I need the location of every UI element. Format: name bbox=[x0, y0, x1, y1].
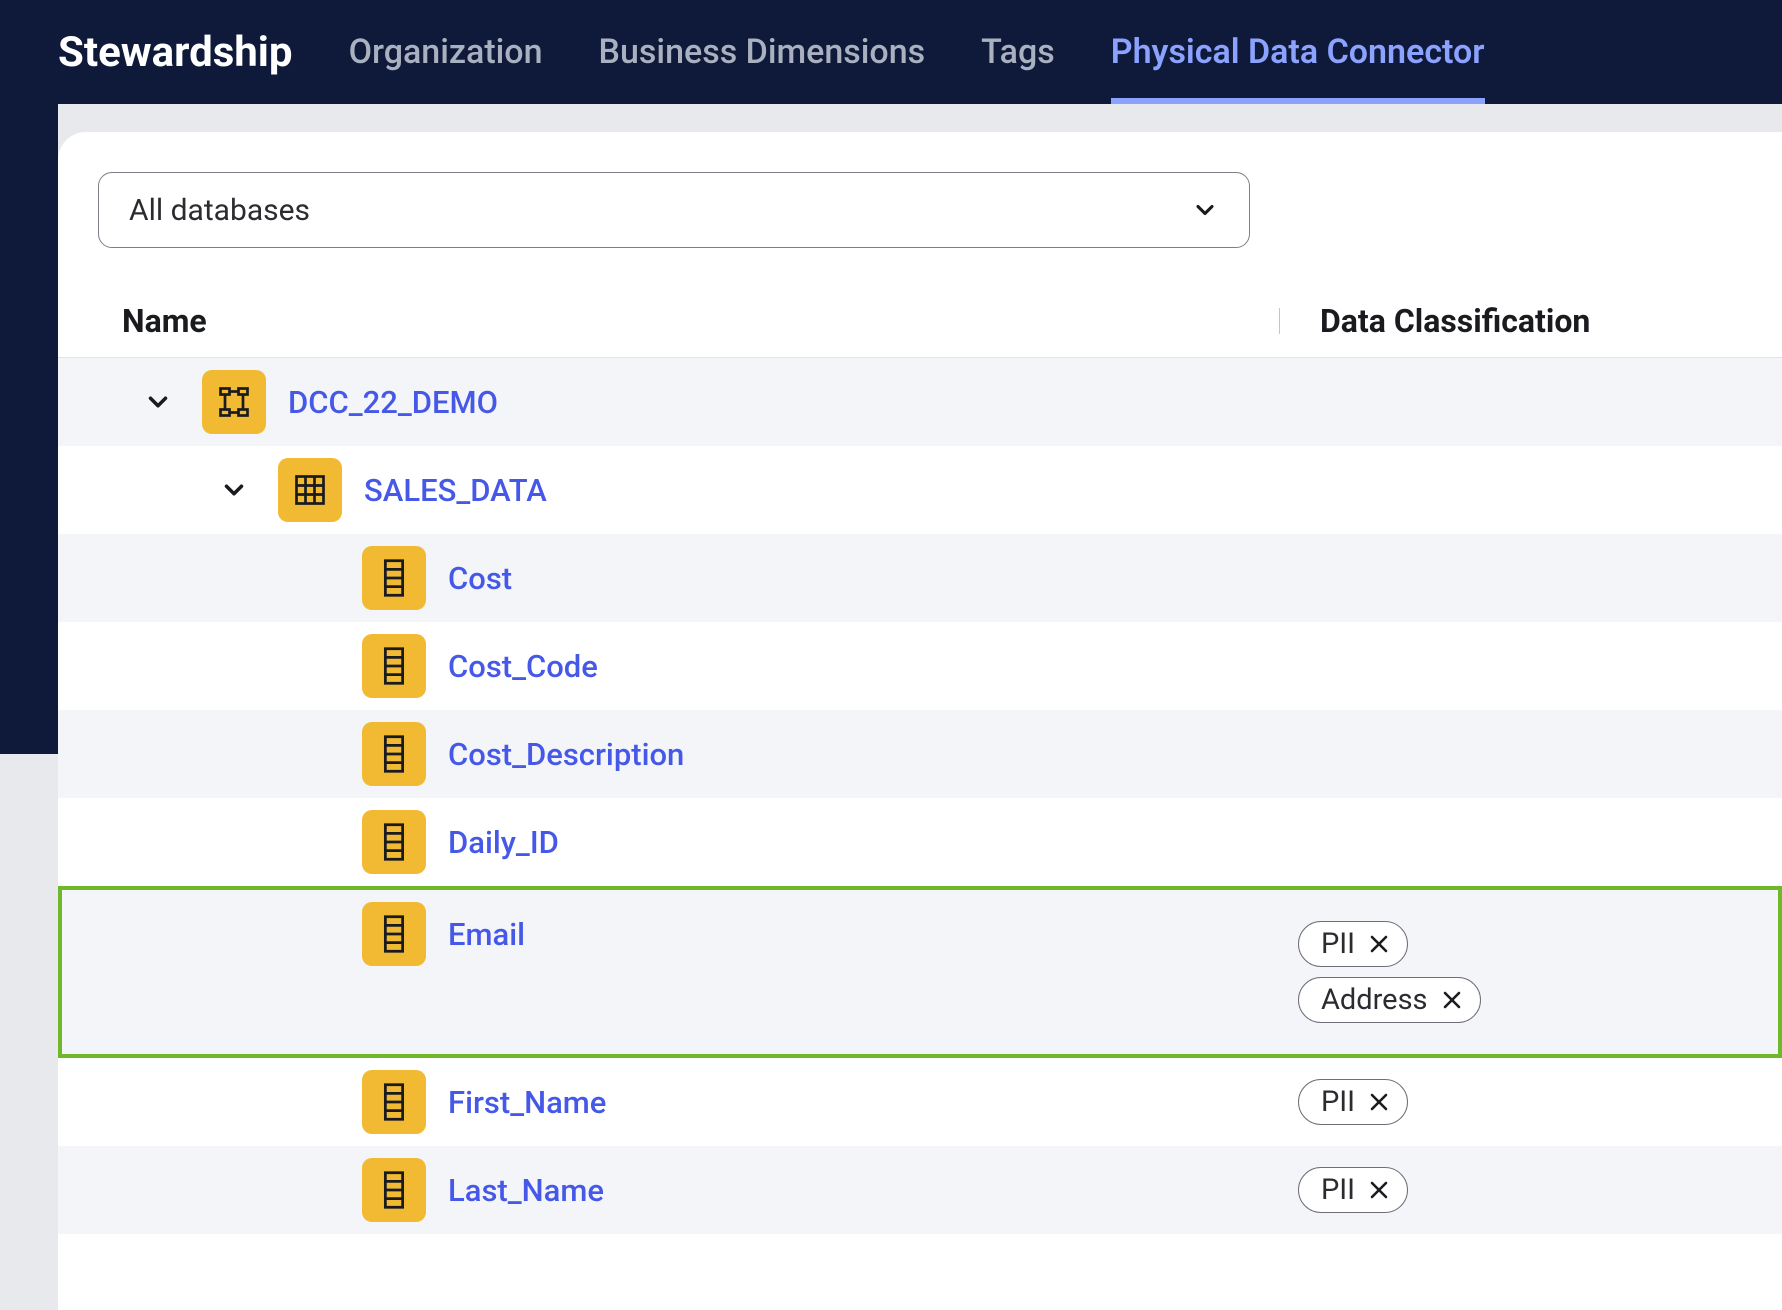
tree-name-cell: Daily_ID bbox=[58, 810, 1280, 874]
tree-row-column[interactable]: Daily_ID bbox=[58, 798, 1782, 886]
column-icon bbox=[362, 1158, 426, 1222]
tree-node-label[interactable]: DCC_22_DEMO bbox=[288, 384, 498, 421]
table-icon bbox=[278, 458, 342, 522]
tree-row-column-highlighted[interactable]: Email PII Address bbox=[58, 886, 1782, 1058]
tree-node-label[interactable]: Cost bbox=[448, 560, 512, 597]
classification-tag-label: PII bbox=[1321, 927, 1355, 961]
column-header-name: Name bbox=[58, 302, 1280, 340]
column-icon bbox=[362, 546, 426, 610]
column-icon bbox=[362, 902, 426, 966]
close-icon[interactable] bbox=[1367, 1178, 1391, 1202]
classification-tag-label: PII bbox=[1321, 1085, 1355, 1119]
database-filter-select[interactable]: All databases bbox=[98, 172, 1250, 248]
tree-node-label[interactable]: Email bbox=[448, 916, 525, 953]
close-icon[interactable] bbox=[1367, 932, 1391, 956]
classification-cell bbox=[1280, 654, 1782, 678]
classification-tag-label: PII bbox=[1321, 1173, 1355, 1207]
schema-icon bbox=[202, 370, 266, 434]
tree-name-cell: Cost bbox=[58, 546, 1280, 610]
classification-tag: PII bbox=[1298, 1167, 1408, 1213]
tree-row-column[interactable]: Cost_Code bbox=[58, 622, 1782, 710]
page-title: Stewardship bbox=[58, 28, 293, 77]
database-filter-label: All databases bbox=[129, 193, 310, 228]
tree-name-cell: Last_Name bbox=[58, 1158, 1280, 1222]
classification-cell bbox=[1280, 566, 1782, 590]
close-icon[interactable] bbox=[1367, 1090, 1391, 1114]
column-icon bbox=[362, 722, 426, 786]
classification-cell bbox=[1280, 742, 1782, 766]
tree-name-cell: Cost_Code bbox=[58, 634, 1280, 698]
tree-row-column[interactable]: Cost bbox=[58, 534, 1782, 622]
tree-node-label[interactable]: Daily_ID bbox=[448, 824, 559, 861]
classification-cell: PII Address bbox=[1280, 909, 1782, 1035]
tree-node-label[interactable]: First_Name bbox=[448, 1084, 606, 1121]
tree-row-column[interactable]: Cost_Description bbox=[58, 710, 1782, 798]
close-icon[interactable] bbox=[1440, 988, 1464, 1012]
classification-cell bbox=[1280, 830, 1782, 854]
database-filter-wrap: All databases bbox=[98, 172, 1250, 248]
tree-name-cell: Cost_Description bbox=[58, 722, 1280, 786]
column-icon bbox=[362, 634, 426, 698]
tree-row-column[interactable]: Last_Name PII bbox=[58, 1146, 1782, 1234]
topbar: Stewardship Organization Business Dimens… bbox=[0, 0, 1782, 104]
classification-tag-label: Address bbox=[1321, 983, 1428, 1017]
column-header-classification: Data Classification bbox=[1280, 302, 1782, 340]
tree-name-cell: Email bbox=[58, 886, 1280, 966]
classification-cell: PII bbox=[1280, 1067, 1782, 1137]
tab-tags[interactable]: Tags bbox=[981, 0, 1055, 104]
tree-node-label[interactable]: Cost_Description bbox=[448, 736, 684, 773]
grid-header: Name Data Classification bbox=[58, 284, 1782, 358]
classification-cell bbox=[1280, 478, 1782, 502]
tab-business-dimensions[interactable]: Business Dimensions bbox=[599, 0, 926, 104]
tree-row-table[interactable]: SALES_DATA bbox=[58, 446, 1782, 534]
main-panel: All databases Name Data Classification bbox=[58, 132, 1782, 1310]
classification-cell bbox=[1280, 390, 1782, 414]
classification-tag: Address bbox=[1298, 977, 1481, 1023]
tree-name-cell: SALES_DATA bbox=[58, 458, 1280, 522]
tree-node-label[interactable]: Last_Name bbox=[448, 1172, 604, 1209]
chevron-down-icon[interactable] bbox=[136, 387, 180, 417]
tree-row-schema[interactable]: DCC_22_DEMO bbox=[58, 358, 1782, 446]
tree-name-cell: DCC_22_DEMO bbox=[58, 370, 1280, 434]
chevron-down-icon bbox=[1191, 196, 1219, 224]
classification-tag: PII bbox=[1298, 921, 1408, 967]
tree-name-cell: First_Name bbox=[58, 1070, 1280, 1134]
tree-row-column[interactable]: First_Name PII bbox=[58, 1058, 1782, 1146]
tab-organization[interactable]: Organization bbox=[349, 0, 543, 104]
column-icon bbox=[362, 1070, 426, 1134]
classification-tag: PII bbox=[1298, 1079, 1408, 1125]
classification-cell: PII bbox=[1280, 1155, 1782, 1225]
tree-node-label[interactable]: SALES_DATA bbox=[364, 472, 547, 509]
tab-physical-data-connector[interactable]: Physical Data Connector bbox=[1111, 0, 1485, 104]
column-icon bbox=[362, 810, 426, 874]
tree-node-label[interactable]: Cost_Code bbox=[448, 648, 598, 685]
chevron-down-icon[interactable] bbox=[212, 475, 256, 505]
left-dark-strip bbox=[0, 104, 58, 754]
